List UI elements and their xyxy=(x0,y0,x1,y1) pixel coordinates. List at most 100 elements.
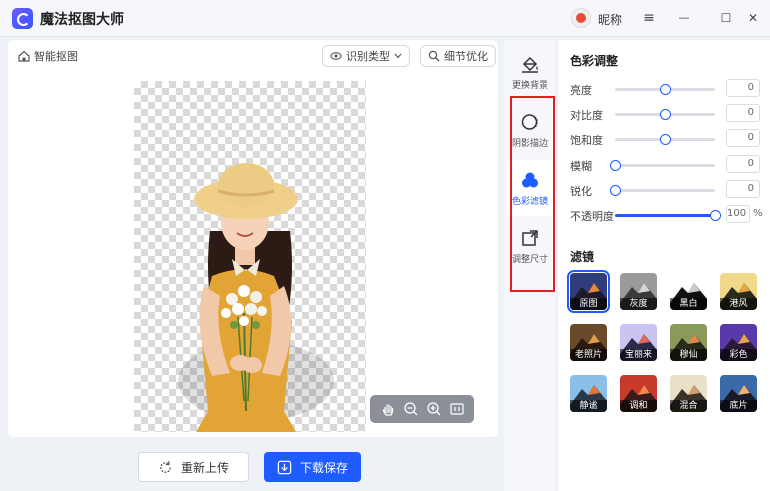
smart-cut-label: 智能抠图 xyxy=(34,50,78,63)
filter-item[interactable]: 灰度 xyxy=(620,273,657,310)
title-bar: 魔法抠图大师 昵称 ≡ — ☐ ✕ xyxy=(0,0,770,37)
tool-label: 阴影描边 xyxy=(511,138,548,149)
detail-optimize-label: 细节优化 xyxy=(444,50,488,63)
filter-item[interactable]: 调和 xyxy=(620,375,657,412)
filter-item[interactable]: 黑白 xyxy=(670,273,707,310)
filter-label: 彩色 xyxy=(720,349,757,361)
filter-label: 老照片 xyxy=(570,349,607,361)
slider-row: 锐化 0 xyxy=(570,180,764,200)
paint-bucket-icon xyxy=(522,56,538,73)
filter-item[interactable]: 老照片 xyxy=(570,324,607,361)
tool-shadow-outline[interactable]: 阴影描边 xyxy=(504,102,556,158)
zoom-out-icon[interactable] xyxy=(403,401,419,417)
tool-change-background[interactable]: 更换背景 xyxy=(504,44,556,100)
slider-label: 饱和度 xyxy=(570,134,603,147)
slider-label: 模糊 xyxy=(570,160,592,173)
filter-item[interactable]: 港风 xyxy=(720,273,757,310)
download-label: 下载保存 xyxy=(299,460,348,475)
tool-column: 更换背景 阴影描边 色彩滤镜 调整尺寸 xyxy=(504,40,556,491)
chevron-down-icon xyxy=(394,53,402,59)
magnifier-icon xyxy=(428,50,440,62)
filter-item[interactable]: 混合 xyxy=(670,375,707,412)
reupload-label: 重新上传 xyxy=(180,460,229,475)
filter-item[interactable]: 彩色 xyxy=(720,324,757,361)
filter-item[interactable]: 静谧 xyxy=(570,375,607,412)
slider-label: 不透明度 xyxy=(570,210,614,223)
slider-value-input[interactable]: 0 xyxy=(726,104,760,122)
filter-label: 调和 xyxy=(620,400,657,412)
recognize-type-dropdown[interactable]: 识别类型 xyxy=(322,45,410,67)
zoom-in-icon[interactable] xyxy=(426,401,442,417)
slider-row: 模糊 0 xyxy=(570,155,764,175)
filter-label: 穆仙 xyxy=(670,349,707,361)
filter-label: 原图 xyxy=(570,298,607,310)
maximize-icon[interactable]: ☐ xyxy=(717,9,735,27)
recognize-type-label: 识别类型 xyxy=(346,50,390,63)
tool-label: 更换背景 xyxy=(511,80,548,91)
slider-track[interactable] xyxy=(610,185,715,196)
filter-item[interactable]: 宝丽来 xyxy=(620,324,657,361)
slider-value-input[interactable]: 0 xyxy=(726,180,760,198)
cutout-portrait xyxy=(178,163,334,432)
user-avatar[interactable] xyxy=(571,8,591,28)
filter-label: 混合 xyxy=(670,400,707,412)
fit-screen-icon[interactable] xyxy=(449,401,465,417)
hand-pan-icon[interactable] xyxy=(380,401,396,417)
slider-track[interactable] xyxy=(615,109,715,120)
minimize-icon[interactable]: — xyxy=(675,9,693,27)
slider-value-input[interactable]: 0 xyxy=(726,155,760,173)
filter-label: 底片 xyxy=(720,400,757,412)
slider-knob[interactable] xyxy=(710,210,721,221)
detail-optimize-button[interactable]: 细节优化 xyxy=(420,45,496,67)
slider-row: 饱和度 0 xyxy=(570,129,764,149)
slider-value-input[interactable]: 0 xyxy=(726,79,760,97)
tool-color-filter[interactable]: 色彩滤镜 xyxy=(507,160,553,216)
smart-cut-tab[interactable]: 智能抠图 xyxy=(18,48,78,64)
image-canvas[interactable] xyxy=(134,81,366,432)
slider-knob[interactable] xyxy=(660,134,671,145)
user-nickname[interactable]: 昵称 xyxy=(598,11,622,28)
color-filter-icon xyxy=(522,172,538,187)
filter-label: 黑白 xyxy=(670,298,707,310)
filter-label: 宝丽来 xyxy=(620,349,657,361)
slider-label: 对比度 xyxy=(570,109,603,122)
eye-icon xyxy=(330,52,342,60)
slider-label: 亮度 xyxy=(570,84,592,97)
filter-item[interactable]: 原图 xyxy=(567,270,610,313)
menu-icon[interactable]: ≡ xyxy=(640,9,658,27)
reupload-button[interactable]: 重新上传 xyxy=(138,452,249,482)
slider-track[interactable] xyxy=(610,160,715,171)
slider-knob[interactable] xyxy=(660,84,671,95)
download-icon xyxy=(277,460,292,474)
tool-label: 调整尺寸 xyxy=(511,254,548,265)
percent-unit: % xyxy=(753,208,763,219)
resize-icon xyxy=(522,229,538,246)
slider-track[interactable] xyxy=(615,134,715,145)
slider-knob[interactable] xyxy=(660,109,671,120)
tool-label: 色彩滤镜 xyxy=(511,196,548,207)
slider-track[interactable] xyxy=(615,210,721,221)
home-icon xyxy=(18,50,30,62)
app-logo xyxy=(12,8,33,29)
close-icon[interactable]: ✕ xyxy=(744,9,762,27)
slider-value-input[interactable]: 100 xyxy=(726,205,750,223)
slider-knob[interactable] xyxy=(610,160,621,171)
slider-knob[interactable] xyxy=(610,185,621,196)
app-title: 魔法抠图大师 xyxy=(40,12,124,28)
slider-track[interactable] xyxy=(615,84,715,95)
shadow-circle-icon xyxy=(521,113,538,130)
slider-fill xyxy=(615,214,715,217)
refresh-icon xyxy=(160,460,171,473)
zoom-toolbar xyxy=(370,395,474,423)
slider-value-input[interactable]: 0 xyxy=(726,129,760,147)
slider-row: 对比度 0 xyxy=(570,104,764,124)
slider-label: 锐化 xyxy=(570,185,592,198)
download-save-button[interactable]: 下载保存 xyxy=(264,452,361,482)
adjust-panel: 色彩调整 亮度 0 对比度 0 饱和度 0 模糊 0 锐化 0 不透明度 100% 滤镜 原图 灰度 黑白… xyxy=(558,40,770,491)
tool-resize[interactable]: 调整尺寸 xyxy=(504,218,556,274)
filter-item[interactable]: 底片 xyxy=(720,375,757,412)
canvas-panel: 智能抠图 识别类型 细节优化 xyxy=(8,40,498,437)
filter-label: 港风 xyxy=(720,298,757,310)
filter-item[interactable]: 穆仙 xyxy=(670,324,707,361)
filter-label: 静谧 xyxy=(570,400,607,412)
